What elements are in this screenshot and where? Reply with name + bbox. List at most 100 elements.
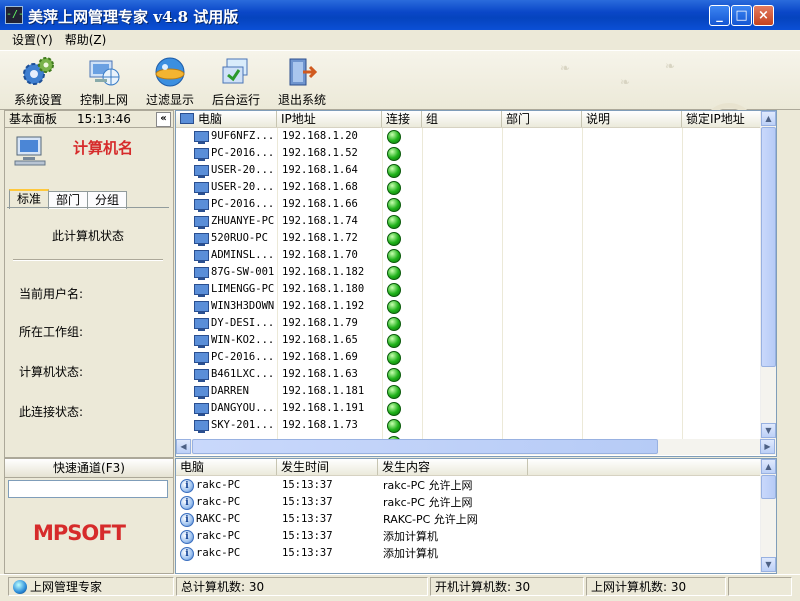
app-icon[interactable]: -/- (5, 6, 24, 24)
column-gridline (502, 128, 503, 439)
workgroup-label: 所在工作组: (19, 325, 84, 339)
computer-name-label: 计算机名 (73, 139, 134, 157)
collapse-panel-button[interactable]: « (156, 112, 171, 127)
status-total-computers: 总计算机数: 30 (176, 577, 428, 596)
menu-settings[interactable]: 设置(Y) (6, 30, 59, 50)
computer-row[interactable]: DANGYOU... 192.168.1.191 (176, 400, 776, 417)
computer-row[interactable]: PC-2016... 192.168.1.69 (176, 349, 776, 366)
column-header-log-content[interactable]: 发生内容 (378, 459, 528, 475)
column-header-connection[interactable]: 连接 (382, 111, 422, 127)
scroll-up-button[interactable]: ▲ (761, 111, 776, 126)
computer-icon (194, 216, 209, 229)
scroll-up-button[interactable]: ▲ (761, 459, 776, 474)
column-header-computer[interactable]: 电脑 (176, 111, 277, 127)
title-bar[interactable]: -/- 美萍上网管理专家 v4.8 试用版 _ □ × (0, 0, 800, 30)
computer-ip: 192.168.1.180 (282, 283, 365, 295)
menu-help[interactable]: 帮助(Z) (59, 30, 113, 50)
log-row[interactable]: i rakc-PC 15:13:37 添加计算机 (176, 545, 776, 562)
computer-row[interactable]: 520RUO-PC 192.168.1.72 (176, 230, 776, 247)
computer-row[interactable]: ZHUANYE-PC 192.168.1.74 (176, 213, 776, 230)
toolbar-label: 系统设置 (13, 93, 62, 107)
log-time: 15:13:37 (282, 496, 333, 508)
computer-name: 87G-SW-001 (211, 266, 275, 278)
computer-row[interactable]: DARREN 192.168.1.181 (176, 383, 776, 400)
column-header-log-time[interactable]: 发生时间 (277, 459, 378, 475)
computer-ip: 192.168.1.192 (282, 300, 365, 312)
computer-status-label: 计算机状态: (19, 365, 84, 379)
event-log-vscroll[interactable]: ▲ ▼ (760, 459, 776, 573)
column-header-group[interactable]: 组 (422, 111, 502, 127)
column-header-text: 电脑 (198, 112, 223, 126)
connected-status-icon (387, 130, 401, 144)
close-button[interactable]: × (753, 5, 774, 26)
column-header-log-computer[interactable]: 电脑 (176, 459, 277, 475)
computer-row[interactable]: WIN-KO2... 192.168.1.65 (176, 332, 776, 349)
computer-name: USER-20... (211, 164, 275, 176)
tab-standard[interactable]: 标准 (9, 189, 50, 209)
connected-status-icon (387, 249, 401, 263)
basic-panel-header: 基本面板 15:13:46 « (5, 111, 173, 128)
maximize-button[interactable]: □ (731, 5, 752, 26)
log-row[interactable]: i rakc-PC 15:13:37 添加计算机 (176, 528, 776, 545)
connection-status-label: 此连接状态: (19, 405, 84, 419)
computer-row[interactable]: 9UF6NFZ... 192.168.1.20 (176, 128, 776, 145)
computer-ip: 192.168.1.191 (282, 402, 365, 414)
event-log[interactable]: 电脑 发生时间 发生内容 i rakc-PC 15:13:37 rakc-PC 允许上… (175, 458, 777, 574)
column-gridline (277, 128, 278, 439)
info-icon: i (180, 530, 194, 544)
mpsoft-logo: MPSOFT (33, 521, 126, 545)
computer-ip: 192.168.1.65 (282, 334, 358, 346)
computer-row[interactable]: SKY-201... 192.168.1.73 (176, 417, 776, 434)
computer-ip: 192.168.1.66 (282, 198, 358, 210)
fish-watermark-icon: ❧ (665, 59, 676, 73)
computer-ip: 192.168.1.70 (282, 249, 358, 261)
column-header-description[interactable]: 说明 (582, 111, 682, 127)
log-row[interactable]: i rakc-PC 15:13:37 rakc-PC 允许上网 (176, 494, 776, 511)
hscroll-thumb[interactable] (192, 439, 658, 454)
computer-icon (194, 148, 209, 161)
background-run-button[interactable]: 后台运行 (204, 55, 268, 108)
computer-row[interactable]: USER-20... 192.168.1.68 (176, 179, 776, 196)
scroll-right-button[interactable]: ▶ (760, 439, 775, 454)
computer-row[interactable]: WIN3H3DOWN 192.168.1.192 (176, 298, 776, 315)
system-settings-button[interactable]: 系统设置 (6, 55, 70, 108)
control-internet-button[interactable]: 控制上网 (72, 55, 136, 108)
computer-row[interactable]: PC-2016... 192.168.1.66 (176, 196, 776, 213)
connected-status-icon (387, 334, 401, 348)
computer-list-vscroll[interactable]: ▲ ▼ (760, 111, 776, 439)
scroll-down-button[interactable]: ▼ (761, 557, 776, 572)
basic-panel-title: 基本面板 (9, 112, 58, 126)
connected-status-icon (387, 266, 401, 280)
computer-row[interactable]: LIMENGG-PC 192.168.1.180 (176, 281, 776, 298)
computer-name: LIMENGG-PC (211, 283, 275, 295)
log-content: rakc-PC 允许上网 (383, 496, 473, 509)
scroll-left-button[interactable]: ◀ (176, 439, 191, 454)
computer-row[interactable]: 87G-SW-001 192.168.1.182 (176, 264, 776, 281)
computer-row[interactable]: ADMINSL... 192.168.1.70 (176, 247, 776, 264)
clock-time: 15:13:46 (77, 112, 131, 126)
computer-list-hscroll[interactable]: ◀ ▶ (176, 439, 776, 455)
column-header-department[interactable]: 部门 (502, 111, 582, 127)
scroll-down-button[interactable]: ▼ (761, 423, 776, 438)
computer-row[interactable]: PC-2016... 192.168.1.52 (176, 145, 776, 162)
vscroll-thumb[interactable] (761, 475, 776, 499)
exit-system-button[interactable]: 退出系统 (270, 55, 334, 108)
computer-ip: 192.168.1.72 (282, 232, 358, 244)
log-time: 15:13:37 (282, 530, 333, 542)
quick-channel-input[interactable] (8, 480, 168, 498)
computer-row[interactable]: USER-20... 192.168.1.64 (176, 162, 776, 179)
vscroll-thumb[interactable] (761, 127, 776, 367)
column-header-ip[interactable]: IP地址 (277, 111, 382, 127)
filter-display-button[interactable]: 过滤显示 (138, 55, 202, 108)
minimize-button[interactable]: _ (709, 5, 730, 26)
log-computer: RAKC-PC (196, 513, 241, 525)
log-row[interactable]: i rakc-PC 15:13:37 rakc-PC 允许上网 (176, 477, 776, 494)
computer-list[interactable]: 电脑 IP地址 连接 组 部门 说明 锁定IP地址 9UF6NFZ... 192.… (175, 110, 777, 457)
computer-ip: 192.168.1.20 (282, 130, 358, 142)
computer-row[interactable]: DY-DESI... 192.168.1.79 (176, 315, 776, 332)
log-row[interactable]: i RAKC-PC 15:13:37 RAKC-PC 允许上网 (176, 511, 776, 528)
status-online: 上网计算机数: 30 (586, 577, 726, 596)
status-app-name: 上网管理专家 (8, 577, 174, 596)
computer-row[interactable]: B461LXC... 192.168.1.63 (176, 366, 776, 383)
log-time: 15:13:37 (282, 513, 333, 525)
